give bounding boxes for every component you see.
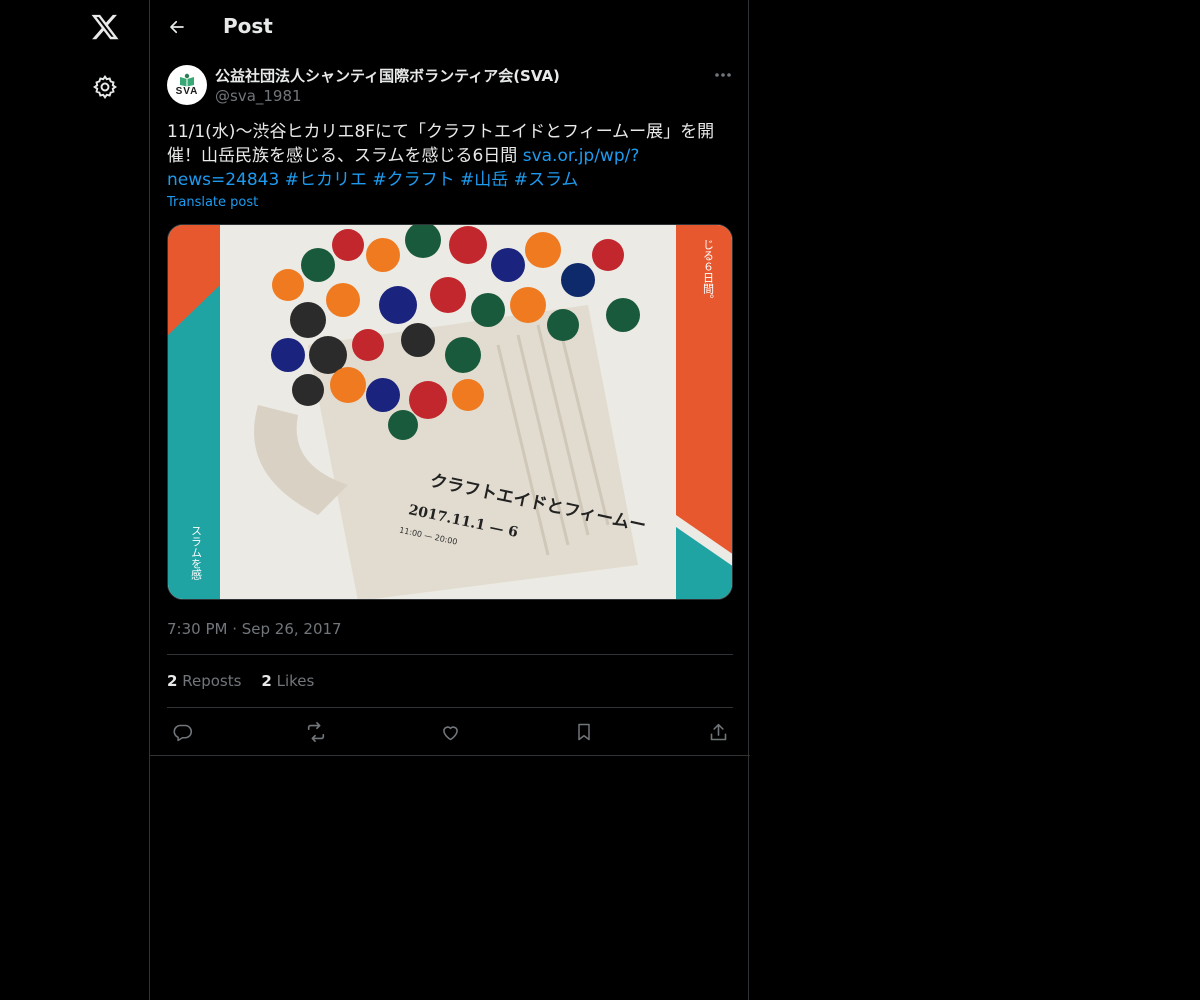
author-display-name[interactable]: 公益社団法人シャンティ国際ボランティア会(SVA) [215, 65, 560, 86]
repost-icon[interactable] [304, 720, 328, 744]
main-column: Post SVA 公益社団法人シャンティ国際ボランティア会(SVA) @sva_… [149, 0, 750, 1000]
poster-side-text-left: スラムを感 [190, 525, 203, 580]
hashtag[interactable]: #ヒカリエ [285, 170, 367, 190]
poster-side-text-right: じる６日間。 [702, 239, 715, 305]
hashtag[interactable]: #スラム [514, 170, 579, 190]
divider [167, 654, 733, 655]
hashtag[interactable]: #クラフト [372, 170, 454, 190]
post-timestamp[interactable]: 7:30 PM · Sep 26, 2017 [167, 620, 342, 638]
x-logo-icon[interactable] [90, 12, 120, 42]
avatar[interactable]: SVA [167, 65, 207, 105]
share-icon[interactable] [706, 720, 730, 744]
bookmark-icon[interactable] [572, 720, 596, 744]
hashtag[interactable]: #山岳 [460, 170, 508, 190]
post-stats: 2 Reposts 2 Likes [167, 672, 314, 690]
left-navigation-rail [0, 0, 150, 1000]
likes-stat[interactable]: 2 Likes [261, 672, 314, 690]
reposts-count: 2 [167, 672, 178, 690]
translate-post-link[interactable]: Translate post [167, 195, 258, 210]
reposts-stat[interactable]: 2 Reposts [167, 672, 241, 690]
divider [167, 707, 733, 708]
more-icon[interactable] [712, 66, 734, 84]
page-header: Post [150, 0, 748, 54]
post-actions [167, 718, 733, 746]
avatar-label: SVA [175, 86, 199, 97]
author-handle[interactable]: @sva_1981 [215, 87, 302, 105]
avatar-book-icon [180, 73, 194, 87]
gear-icon[interactable] [92, 74, 118, 100]
poster-illustration: クラフトエイドとフィームー 2017.11.1 — 6 11:00 — 20:0… [168, 225, 732, 599]
post-text: 11/1(水)〜渋谷ヒカリエ8Fにて「クラフトエイドとフィームー展」を開催！山岳… [167, 120, 727, 192]
post-bottom-border [150, 755, 750, 756]
post-image[interactable]: クラフトエイドとフィームー 2017.11.1 — 6 11:00 — 20:0… [167, 224, 733, 600]
page-title: Post [223, 14, 273, 38]
likes-count: 2 [261, 672, 272, 690]
back-arrow-icon[interactable] [164, 14, 190, 40]
like-icon[interactable] [438, 720, 462, 744]
reposts-label: Reposts [182, 672, 242, 690]
reply-icon[interactable] [170, 720, 194, 744]
likes-label: Likes [276, 672, 315, 690]
